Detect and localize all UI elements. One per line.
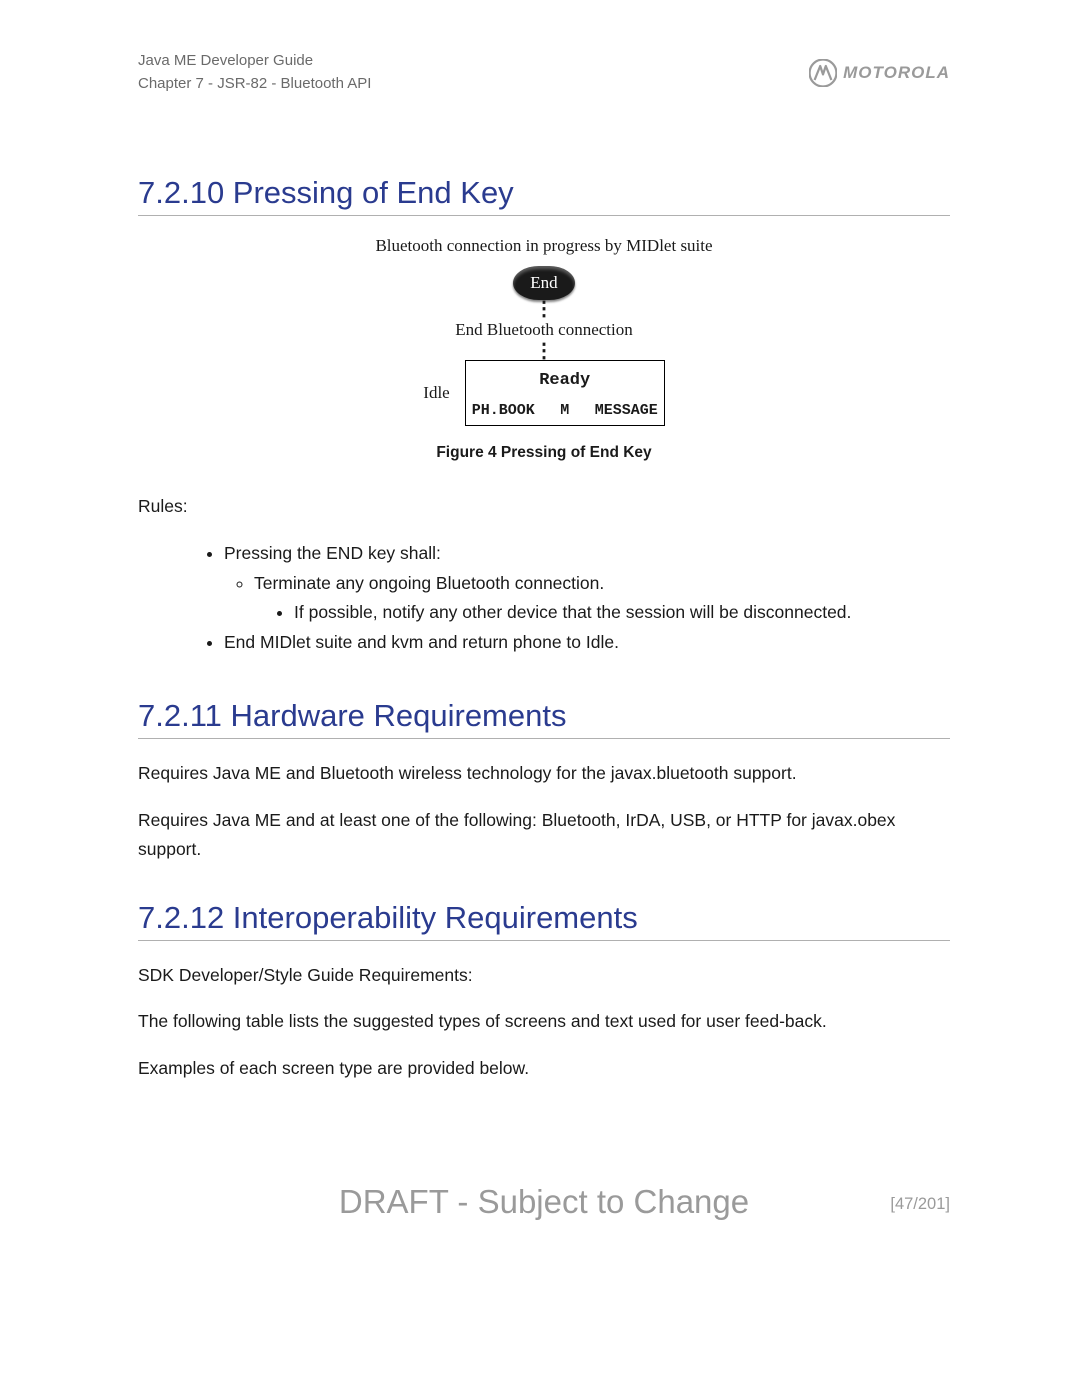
paragraph: Requires Java ME and Bluetooth wireless … <box>138 759 950 788</box>
list-item: If possible, notify any other device tha… <box>294 598 950 628</box>
figure-4: Bluetooth connection in progress by MIDl… <box>138 236 950 462</box>
paragraph: The following table lists the suggested … <box>138 1007 950 1036</box>
list-item: End MIDlet suite and kvm and return phon… <box>224 628 950 658</box>
bullet-text: Terminate any ongoing Bluetooth connecti… <box>254 573 604 593</box>
screen-row1: Ready <box>466 361 664 398</box>
vertical-dots-icon: ⋮ <box>138 304 950 314</box>
rules-list: Pressing the END key shall: Terminate an… <box>138 539 950 658</box>
section-heading-7211: 7.2.11 Hardware Requirements <box>138 698 950 739</box>
motorola-icon <box>809 59 837 87</box>
logo-text: MOTOROLA <box>843 63 950 83</box>
page-header: Java ME Developer Guide Chapter 7 - JSR-… <box>138 50 950 95</box>
page-number: [47/201] <box>890 1195 950 1214</box>
figure-mid-text: End Bluetooth connection <box>138 320 950 340</box>
section-heading-7210: 7.2.10 Pressing of End Key <box>138 175 950 216</box>
bullet-text: End MIDlet suite and kvm and return phon… <box>224 632 619 652</box>
screen-m: M <box>560 402 569 419</box>
screen-message: MESSAGE <box>595 402 658 419</box>
figure-caption: Figure 4 Pressing of End Key <box>138 444 950 462</box>
doc-title: Java ME Developer Guide <box>138 50 371 73</box>
end-button-graphic: End <box>513 266 575 300</box>
header-left: Java ME Developer Guide Chapter 7 - JSR-… <box>138 50 371 95</box>
draft-watermark: DRAFT - Subject to Change <box>339 1183 749 1221</box>
figure-top-text: Bluetooth connection in progress by MIDl… <box>138 236 950 256</box>
list-item: Terminate any ongoing Bluetooth connecti… <box>254 569 950 629</box>
phone-screen-box: Ready PH.BOOK M MESSAGE <box>465 360 665 426</box>
screen-row2: PH.BOOK M MESSAGE <box>466 398 664 425</box>
vertical-dots-icon: ⋮ <box>138 346 950 356</box>
idle-label: Idle <box>423 383 449 403</box>
chapter-title: Chapter 7 - JSR-82 - Bluetooth API <box>138 73 371 96</box>
rules-label: Rules: <box>138 492 950 521</box>
bullet-text: Pressing the END key shall: <box>224 543 441 563</box>
list-item: Pressing the END key shall: Terminate an… <box>224 539 950 628</box>
motorola-logo: MOTOROLA <box>809 59 950 87</box>
bullet-text: If possible, notify any other device tha… <box>294 602 851 622</box>
paragraph: Requires Java ME and at least one of the… <box>138 806 950 864</box>
paragraph: SDK Developer/Style Guide Requirements: <box>138 961 950 990</box>
screen-phbook: PH.BOOK <box>472 402 535 419</box>
page-footer: DRAFT - Subject to Change [47/201] <box>138 1183 950 1221</box>
section-heading-7212: 7.2.12 Interoperability Requirements <box>138 900 950 941</box>
paragraph: Examples of each screen type are provide… <box>138 1054 950 1083</box>
